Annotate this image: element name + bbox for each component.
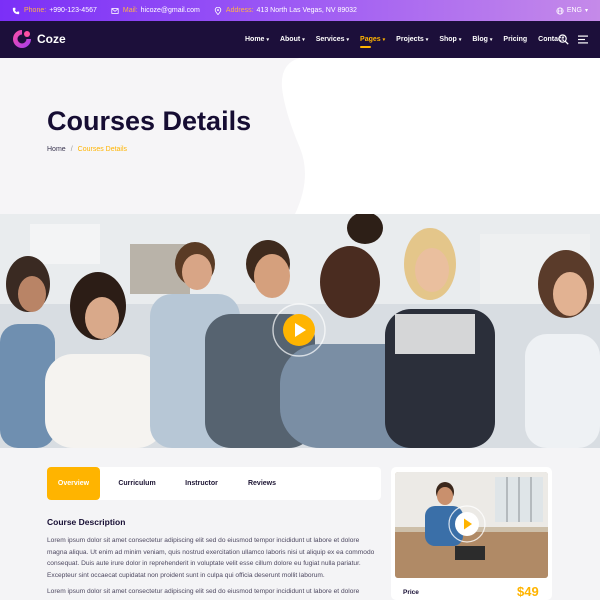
tab-reviews[interactable]: Reviews [229, 467, 295, 500]
breadcrumb-current: Courses Details [77, 146, 128, 153]
coze-logo-icon [12, 29, 32, 49]
main-navigation: Coze Home ▾ About ▾ Services ▾ Pages ▾ Proje… [0, 21, 600, 58]
nav-menu: Home ▾ About ▾ Services ▾ Pages ▾ Projects ▾ … [245, 21, 575, 58]
chevron-down-icon: ▾ [489, 36, 493, 43]
language-label: ENG [566, 7, 582, 14]
page-hero: Courses Details Home / Courses Details [0, 58, 600, 214]
chevron-down-icon: ▾ [458, 36, 462, 43]
logo[interactable]: Coze [12, 29, 66, 49]
nav-item-services[interactable]: Services ▾ [316, 36, 349, 43]
mail-icon [111, 7, 119, 15]
mail-address: hicoze@gmail.com [140, 7, 200, 14]
chevron-down-icon: ▾ [266, 36, 269, 43]
phone-info[interactable]: Phone: +990-123-4567 [12, 7, 97, 15]
nav-item-label: About [279, 36, 301, 43]
language-selector[interactable]: ENG ▾ [556, 0, 588, 21]
nav-item-blog[interactable]: Blog ▾ [472, 36, 492, 43]
chevron-down-icon: ▾ [346, 36, 350, 43]
nav-item-home[interactable]: Home ▾ [245, 36, 269, 43]
course-price: $49 [517, 584, 539, 599]
nav-item-about[interactable]: About ▾ [280, 36, 305, 43]
phone-icon [12, 7, 20, 15]
nav-item-label: Shop [439, 36, 457, 43]
tab-curriculum[interactable]: Curriculum [100, 467, 174, 500]
globe-icon [556, 6, 564, 15]
nav-item-label: Services [315, 36, 345, 43]
mail-info[interactable]: Mail: hicoze@gmail.com [111, 7, 200, 15]
breadcrumb-separator: / [70, 146, 73, 153]
course-sidebar-card: Price $49 [391, 467, 552, 600]
address-text: 413 North Las Vegas, NV 89032 [256, 7, 357, 14]
address-label: Address: [225, 7, 254, 14]
breadcrumb: Home / Courses Details [47, 146, 127, 153]
tab-instructor[interactable]: Instructor [174, 467, 229, 500]
preview-play-button[interactable] [448, 505, 486, 543]
page-title: Courses Details [47, 106, 252, 136]
search-icon[interactable] [558, 34, 569, 45]
play-video-button[interactable] [272, 303, 326, 357]
price-label: Price [403, 589, 419, 596]
nav-item-label: Pages [360, 36, 381, 43]
phone-number: +990-123-4567 [49, 7, 97, 14]
chevron-down-icon: ▾ [302, 36, 305, 43]
top-info-bar: Phone: +990-123-4567 Mail: hicoze@gmail.… [0, 0, 600, 21]
nav-item-pricing[interactable]: Pricing [503, 36, 527, 43]
chevron-down-icon: ▾ [425, 36, 429, 43]
hamburger-menu-icon[interactable] [578, 35, 588, 44]
map-pin-icon [214, 6, 222, 15]
brand-name: Coze [37, 32, 66, 46]
breadcrumb-home-link[interactable]: Home [47, 146, 66, 153]
nav-item-shop[interactable]: Shop ▾ [439, 36, 461, 43]
nav-item-label: Blog [472, 36, 488, 43]
address-info: Address: 413 North Las Vegas, NV 89032 [214, 6, 357, 15]
course-description-heading: Course Description [47, 517, 126, 527]
nav-item-pages[interactable]: Pages ▾ [360, 36, 386, 48]
course-description-paragraph: Lorem ipsum dolor sit amet consectetur a… [47, 537, 375, 579]
tab-overview[interactable]: Overview [47, 467, 100, 500]
play-icon [272, 303, 326, 357]
course-tabs: Overview Curriculum Instructor Reviews [47, 467, 381, 500]
chevron-down-icon: ▾ [584, 8, 588, 14]
play-icon [448, 505, 486, 543]
nav-item-label: Projects [396, 36, 424, 43]
phone-label: Phone: [24, 7, 47, 14]
chevron-down-icon: ▾ [382, 36, 386, 43]
nav-item-label: Home [245, 36, 265, 43]
nav-item-label: Pricing [503, 36, 528, 43]
mail-label: Mail: [122, 7, 138, 14]
nav-item-projects[interactable]: Projects ▾ [396, 36, 428, 43]
course-description-paragraph: Lorem ipsum dolor sit amet consectetur a… [47, 588, 360, 595]
